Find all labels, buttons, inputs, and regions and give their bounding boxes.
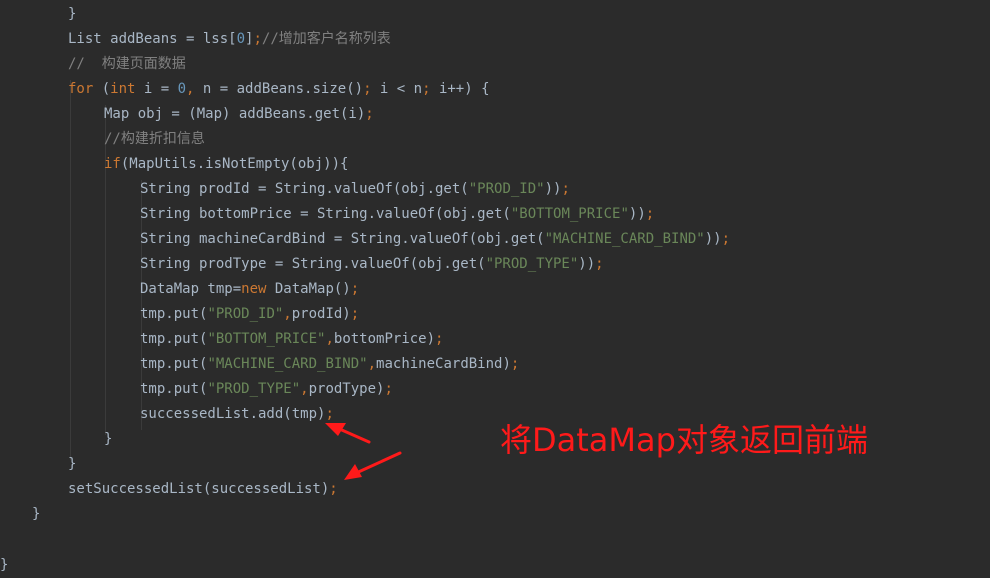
annotation-arrows: [325, 423, 402, 480]
arrow-to-setsuccessedlist: [344, 451, 402, 480]
annotation-label: 将DataMap对象返回前端: [500, 421, 868, 459]
arrow-to-successedlist-add: [325, 423, 371, 444]
